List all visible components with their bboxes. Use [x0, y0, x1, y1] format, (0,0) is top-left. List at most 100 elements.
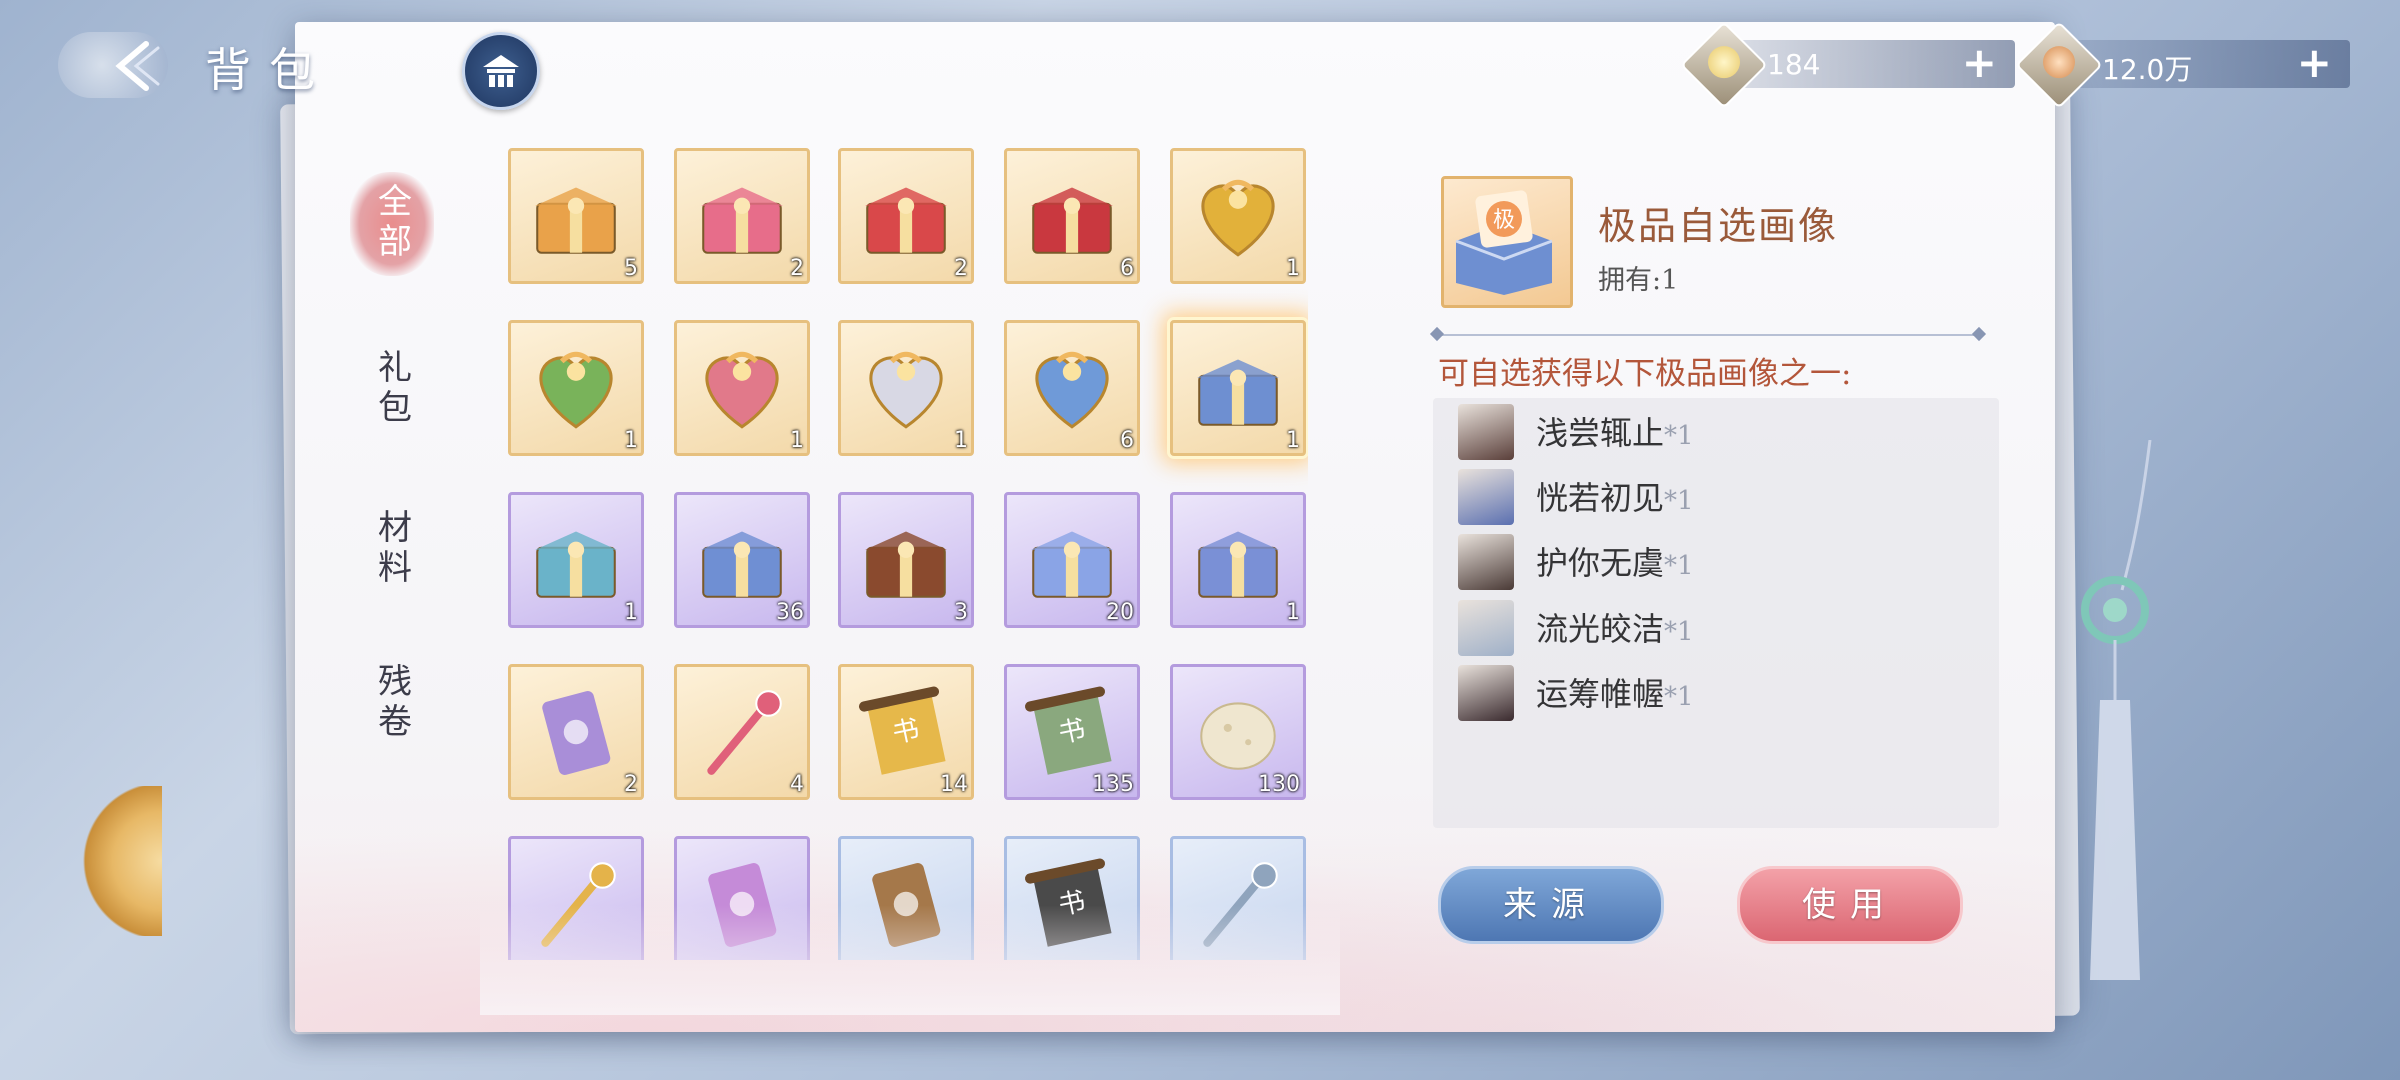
inventory-slot[interactable]: 2 — [674, 148, 810, 284]
portrait-quantity: *1 — [1664, 551, 1694, 581]
divider — [1436, 334, 1980, 336]
inventory-slot[interactable]: 20 — [1004, 492, 1140, 628]
inventory-slot[interactable] — [838, 836, 974, 960]
premium-portrait-box-icon: 极 — [1455, 190, 1553, 295]
inventory-slot[interactable]: 1 — [508, 320, 644, 456]
inventory-slot[interactable] — [674, 836, 810, 960]
inventory-slot[interactable]: 1 — [1170, 492, 1306, 628]
portrait-name: 浅尝辄止*1 — [1536, 408, 1694, 454]
reward-option[interactable]: 护你无虞*1 — [1458, 530, 1978, 590]
portrait-avatar — [1458, 665, 1514, 721]
gold-heart-box-icon — [1201, 179, 1275, 257]
treasure-box-icon — [1197, 531, 1279, 598]
jade-tassel-icon — [2081, 440, 2152, 980]
inventory-slot[interactable]: 1 — [508, 492, 644, 628]
tab-label: 全 部 — [378, 182, 412, 262]
add-currency-button[interactable]: + — [1962, 42, 1997, 84]
back-arrow-icon — [115, 41, 160, 91]
inventory-slot[interactable]: 5 — [508, 148, 644, 284]
food-basket-icon — [865, 531, 947, 598]
item-count: 6 — [1120, 256, 1134, 281]
add-currency-button[interactable]: + — [2297, 42, 2332, 84]
portrait-title: 流光皎洁 — [1536, 610, 1665, 648]
tab-fragments[interactable]: 残 卷 — [365, 662, 425, 742]
inventory-slot[interactable]: 书 — [1004, 836, 1140, 960]
inventory-slot[interactable]: 6 — [1004, 148, 1140, 284]
gold-key-icon — [541, 862, 616, 947]
portrait-name: 运筹帷幄*1 — [1536, 669, 1694, 715]
silver-needle-icon — [1203, 862, 1278, 947]
inventory-slot[interactable]: 书 135 — [1004, 664, 1140, 800]
currency-value: 12.0万 — [2102, 53, 2193, 86]
inventory-slot[interactable]: 1 — [838, 320, 974, 456]
item-count: 1 — [790, 428, 804, 453]
inventory-slot[interactable]: 书 14 — [838, 664, 974, 800]
inventory-slot[interactable]: 6 — [1004, 320, 1140, 456]
green-heart-box-icon — [539, 351, 613, 429]
page-title: 背包 — [205, 43, 333, 97]
portrait-title: 护你无虞 — [1536, 544, 1665, 582]
tab-all[interactable]: 全 部 — [365, 182, 425, 262]
inventory-slot[interactable]: 36 — [674, 492, 810, 628]
tab-gift-pack[interactable]: 礼 包 — [365, 348, 425, 428]
item-count: 2 — [624, 772, 638, 797]
reward-option[interactable]: 运筹帷幄*1 — [1458, 661, 1978, 721]
blue-gem-box-icon — [1031, 531, 1113, 598]
dark-scroll-icon: 书 — [1024, 858, 1112, 947]
reward-option[interactable]: 流光皎洁*1 — [1458, 596, 1978, 656]
item-count: 1 — [624, 600, 638, 625]
currency-jade: 184 + — [1680, 21, 2015, 109]
v-gift-box-icon — [1031, 187, 1113, 254]
selected-item-icon: 极 — [1441, 176, 1573, 308]
white-heart-box-icon — [869, 351, 943, 429]
inventory-slot[interactable]: 3 — [838, 492, 974, 628]
inventory-slot[interactable]: 1 — [674, 320, 810, 456]
item-count: 4 — [790, 772, 804, 797]
gear-ornament-icon — [82, 786, 162, 936]
item-count: 1 — [954, 428, 968, 453]
portrait-name: 流光皎洁*1 — [1536, 604, 1694, 650]
item-count: 20 — [1106, 600, 1134, 625]
inventory-slot[interactable] — [1170, 836, 1306, 960]
inventory-slot[interactable]: 1 — [1170, 148, 1306, 284]
white-stone-icon — [1200, 702, 1276, 770]
item-count: 1 — [1286, 600, 1300, 625]
inventory-slot[interactable] — [508, 836, 644, 960]
source-button[interactable]: 来源 — [1438, 866, 1664, 944]
portrait-quantity: *1 — [1664, 682, 1694, 712]
flower-banner-icon — [708, 863, 777, 947]
reward-option[interactable]: 浅尝辄止*1 — [1458, 400, 1978, 460]
choose-description: 可自选获得以下极品画像之一: — [1438, 356, 1852, 392]
owned-count: 拥有:1 — [1598, 265, 1679, 296]
blue-crystal-box-icon — [701, 531, 783, 598]
item-count: 5 — [624, 256, 638, 281]
item-count: 2 — [954, 256, 968, 281]
inventory-slot[interactable]: 2 — [508, 664, 644, 800]
home-button[interactable] — [462, 32, 540, 110]
item-count: 1 — [1286, 256, 1300, 281]
inventory-slot[interactable]: 1 — [1170, 320, 1306, 456]
inventory-slot[interactable]: 130 — [1170, 664, 1306, 800]
item-count: 1 — [624, 428, 638, 453]
portrait-avatar — [1458, 469, 1514, 525]
item-grid: 5 2 2 6 1 1 1 1 6 1 1 36 3 20 1 2 4 书 14 书 135 130 书 — [508, 148, 1308, 960]
portrait-quantity: *1 — [1664, 421, 1694, 451]
use-button[interactable]: 使用 — [1737, 866, 1963, 944]
inventory-slot[interactable]: 2 — [838, 148, 974, 284]
item-count: 6 — [1120, 428, 1134, 453]
gold-chest-icon — [535, 187, 617, 254]
inventory-slot[interactable]: 4 — [674, 664, 810, 800]
portrait-avatar — [1458, 600, 1514, 656]
tab-materials[interactable]: 材 料 — [365, 508, 425, 588]
red-chest-icon — [865, 187, 947, 254]
item-count: 36 — [776, 600, 804, 625]
pink-heart-box-icon — [705, 351, 779, 429]
item-name: 极品自选画像 — [1598, 204, 1839, 248]
portrait-quantity: *1 — [1664, 617, 1694, 647]
back-button[interactable] — [58, 32, 168, 98]
portrait-avatar — [1458, 404, 1514, 460]
purple-ticket-icon — [542, 691, 611, 775]
reward-option[interactable]: 恍若初见*1 — [1458, 465, 1978, 525]
portrait-name: 护你无虞*1 — [1536, 538, 1694, 584]
portrait-name: 恍若初见*1 — [1536, 473, 1694, 519]
